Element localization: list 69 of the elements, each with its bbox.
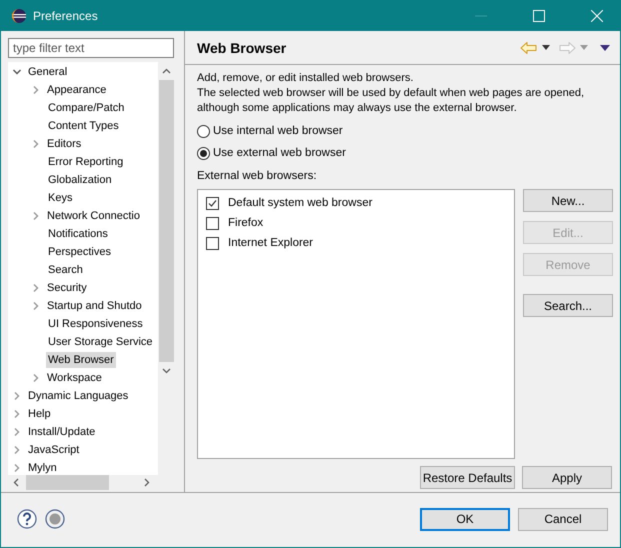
expand-icon[interactable]	[12, 391, 22, 401]
tree-item[interactable]: Notifications	[46, 226, 110, 242]
browser-name[interactable]: Internet Explorer	[228, 237, 314, 249]
window-title: Preferences	[33, 8, 98, 22]
collapse-icon[interactable]	[12, 67, 22, 77]
tree-item[interactable]: Error Reporting	[46, 154, 126, 170]
browser-name[interactable]: Firefox	[228, 217, 264, 229]
radio-button[interactable]	[197, 124, 210, 138]
record-icon[interactable]	[45, 509, 65, 529]
checkbox[interactable]	[206, 196, 219, 210]
tree-item[interactable]: Content Types	[46, 118, 121, 134]
scroll-down-icon[interactable]	[162, 368, 170, 374]
tree-item[interactable]: Mylyn	[26, 460, 59, 475]
expand-icon[interactable]	[12, 427, 22, 437]
tree-item[interactable]: UI Responsiveness	[46, 316, 145, 332]
close-icon[interactable]	[591, 10, 603, 22]
dropdown-icon[interactable]	[542, 45, 550, 50]
browser-name[interactable]: Default system web browser	[228, 197, 372, 209]
tree-item[interactable]: Workspace	[45, 370, 104, 386]
tree-item[interactable]: Keys	[46, 190, 74, 206]
expand-icon[interactable]	[31, 85, 41, 95]
apply-button[interactable]: Apply	[522, 466, 612, 489]
expand-icon[interactable]	[31, 283, 41, 293]
expand-icon[interactable]	[31, 139, 41, 149]
scroll-left-icon[interactable]	[13, 478, 19, 487]
expand-icon[interactable]	[12, 409, 22, 419]
tree-item[interactable]: Security	[45, 280, 89, 296]
tree-item[interactable]: User Storage Service	[46, 334, 155, 350]
tree-item[interactable]: Install/Update	[26, 424, 98, 440]
tree-item[interactable]: JavaScript	[26, 442, 82, 458]
restore-defaults-button[interactable]: Restore Defaults	[420, 466, 515, 489]
ok-button[interactable]: OK	[420, 508, 510, 530]
description-text: Add, remove, or edit installed web browsers.	[197, 71, 414, 86]
description-text: The selected web browser will be used by default when web pages are opened, although some applications may always use the external browser.	[197, 86, 586, 116]
expand-icon[interactable]	[31, 373, 41, 383]
radio-label[interactable]: Use external web browser	[213, 147, 346, 159]
expand-icon[interactable]	[12, 463, 22, 473]
forward-arrow-icon[interactable]	[558, 40, 576, 54]
scroll-up-icon[interactable]	[162, 68, 170, 74]
tree-item[interactable]: Search	[46, 262, 85, 278]
page-title: Web Browser	[197, 40, 286, 56]
tree-item[interactable]: Globalization	[46, 172, 114, 188]
tree-item[interactable]: Startup and Shutdo	[45, 298, 144, 314]
filter-field[interactable]: type filter text	[8, 38, 174, 58]
checkbox[interactable]	[206, 216, 219, 230]
view-menu-icon[interactable]	[600, 44, 610, 50]
radio-button[interactable]	[197, 146, 210, 160]
help-icon[interactable]	[17, 509, 37, 529]
tree-item[interactable]: Dynamic Languages	[26, 388, 130, 404]
tree-item[interactable]: Editors	[45, 136, 84, 152]
tree-item[interactable]: Appearance	[45, 82, 108, 98]
tree-item[interactable]: Perspectives	[46, 244, 113, 260]
expand-icon[interactable]	[31, 301, 41, 311]
list-button[interactable]: New...	[523, 189, 613, 212]
tree-item[interactable]: Network Connectio	[45, 208, 142, 224]
maximize-icon[interactable]	[533, 10, 545, 22]
radio-label[interactable]: Use internal web browser	[213, 125, 343, 137]
tree-item[interactable]: Help	[26, 406, 53, 422]
list-button[interactable]: Search...	[523, 294, 613, 317]
scroll-right-icon[interactable]	[144, 478, 150, 487]
checkbox[interactable]	[206, 236, 219, 250]
expand-icon[interactable]	[12, 445, 22, 455]
tree-item[interactable]: Web Browser	[46, 352, 116, 368]
expand-icon[interactable]	[31, 211, 41, 221]
tree-item[interactable]: Compare/Patch	[46, 100, 126, 116]
tree-item[interactable]: General	[26, 64, 70, 80]
cancel-button[interactable]: Cancel	[518, 508, 608, 530]
eclipse-icon	[11, 8, 27, 24]
list-label: External web browsers:	[197, 169, 318, 184]
